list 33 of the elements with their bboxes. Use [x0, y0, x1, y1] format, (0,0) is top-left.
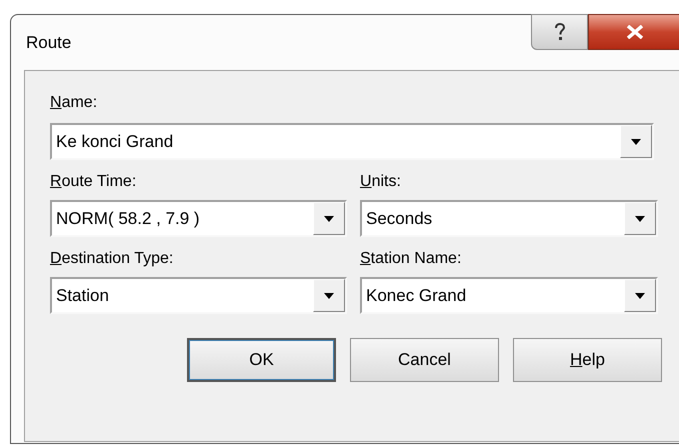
dialog-button[interactable]: Cancel — [350, 338, 499, 382]
close-button[interactable] — [588, 14, 679, 50]
close-icon — [626, 25, 644, 39]
dropdown-arrow-button[interactable] — [620, 125, 652, 158]
caret-icon — [635, 292, 645, 298]
dialog-button[interactable]: Help — [513, 338, 662, 382]
help-icon — [554, 23, 566, 41]
caret-icon — [635, 216, 645, 222]
dropdown-value: NORM( 58.2 , 7.9 ) — [55, 208, 201, 230]
dropdown-arrow-button[interactable] — [313, 279, 345, 312]
dropdown[interactable]: Konec Grand — [360, 277, 658, 314]
dropdown[interactable]: NORM( 58.2 , 7.9 ) — [50, 200, 347, 237]
dropdown[interactable]: Seconds — [360, 200, 658, 237]
caret-icon — [631, 138, 641, 144]
dropdown-arrow-button[interactable] — [624, 279, 656, 312]
dropdown-arrow-button[interactable] — [313, 202, 345, 235]
dropdown[interactable]: Station — [50, 277, 347, 314]
dropdown-value: Ke konci Grand — [55, 130, 174, 153]
dialog-button[interactable]: OK — [187, 338, 336, 382]
caret-icon — [324, 292, 334, 298]
field-label: Route Time: — [50, 172, 136, 192]
dropdown-value: Seconds — [365, 208, 434, 230]
help-button[interactable] — [531, 14, 588, 50]
field-label: Name: — [50, 93, 98, 113]
field-label: Units: — [360, 172, 401, 192]
caret-icon — [324, 216, 334, 222]
dropdown[interactable]: Ke konci Grand — [50, 123, 654, 160]
window-title: Route — [26, 32, 72, 54]
dropdown-arrow-button[interactable] — [624, 202, 656, 235]
field-label: Destination Type: — [50, 249, 174, 269]
dropdown-value: Konec Grand — [365, 284, 468, 307]
dropdown-value: Station — [55, 284, 110, 307]
field-label: Station Name: — [360, 249, 462, 269]
